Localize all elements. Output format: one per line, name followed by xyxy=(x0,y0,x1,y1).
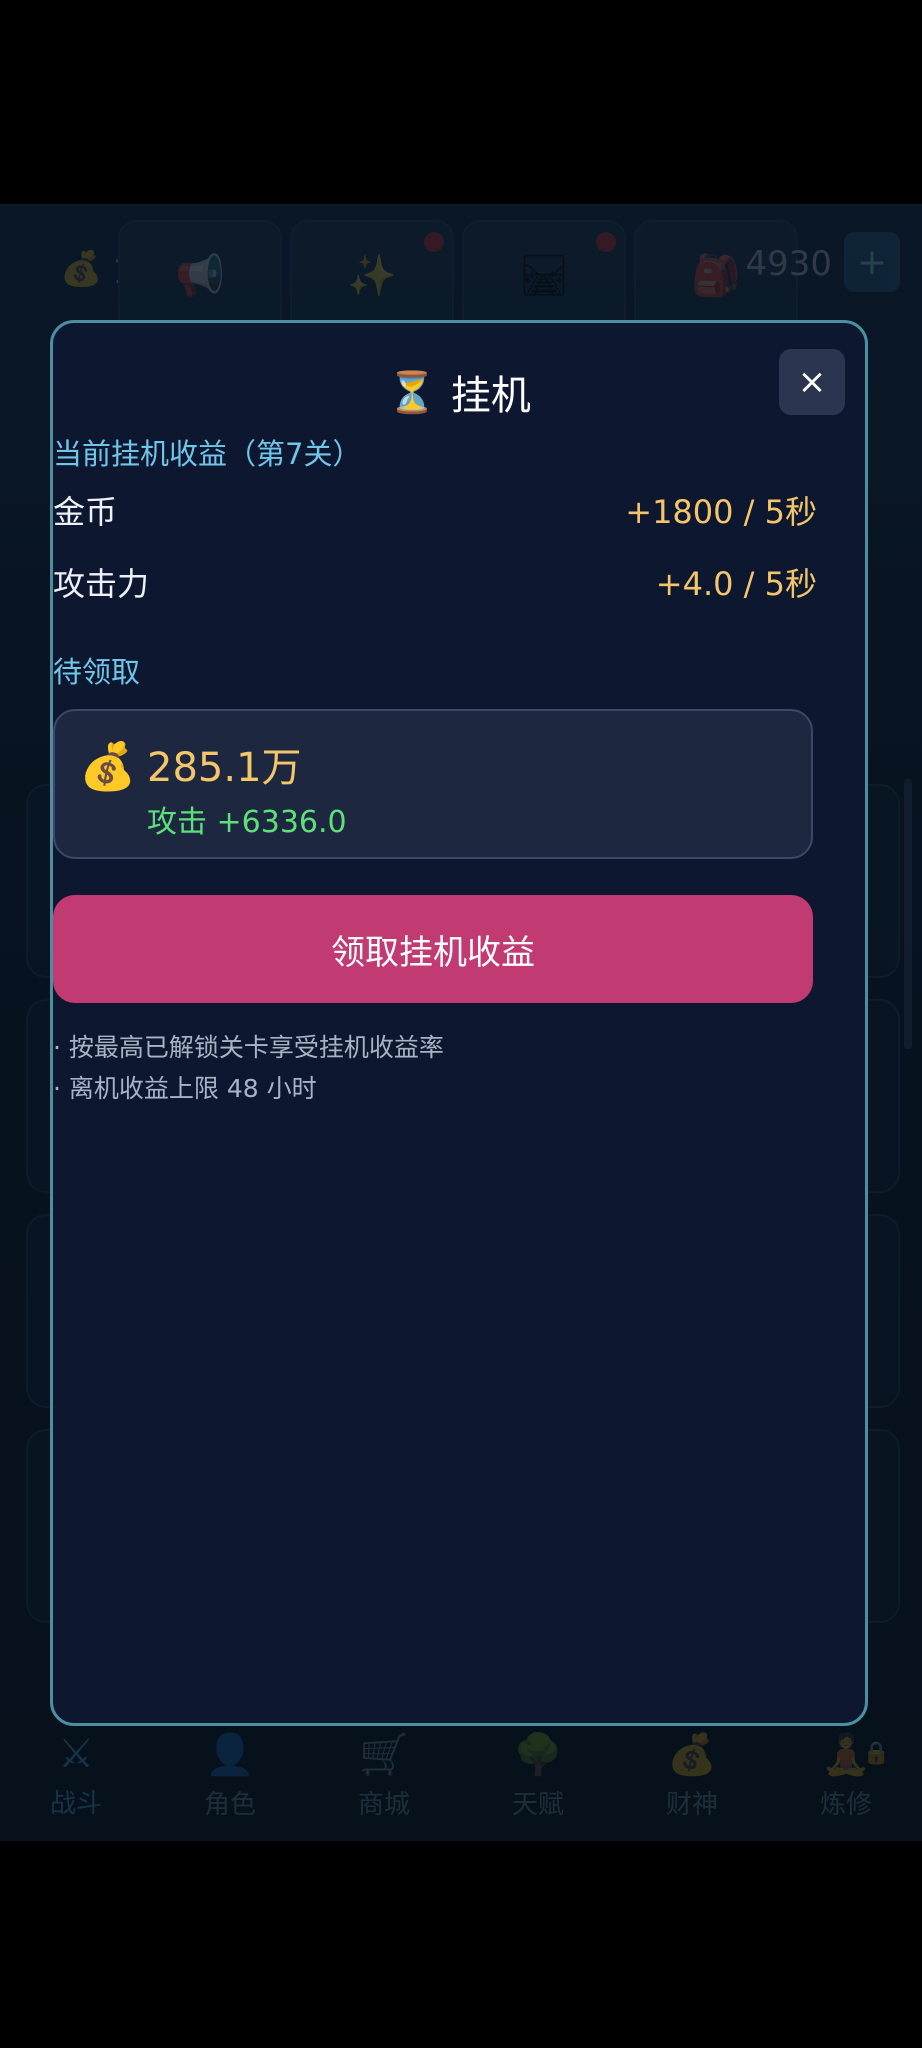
money-bag-icon: 💰 xyxy=(79,739,137,793)
pending-reward-box: 💰 285.1万 攻击 +6336.0 xyxy=(53,709,813,859)
pending-attack-amount: 攻击 +6336.0 xyxy=(147,805,347,840)
pending-gold-amount: 285.1万 xyxy=(147,745,302,791)
hourglass-icon: ⏳ xyxy=(387,369,437,416)
idle-rewards-modal: ⏳ 挂机 × 当前挂机收益（第7关） 金币 +1800 / 5秒 攻击力 +4.… xyxy=(50,320,868,1726)
note-unlock-rate: · 按最高已解锁关卡享受挂机收益率 xyxy=(53,1033,444,1062)
stat-row-gold: 金币 +1800 / 5秒 xyxy=(53,487,817,533)
claim-idle-rewards-button[interactable]: 领取挂机收益 xyxy=(53,895,813,1003)
modal-title: ⏳ 挂机 xyxy=(387,369,531,420)
stat-row-attack: 攻击力 +4.0 / 5秒 xyxy=(53,559,817,605)
stat-value: +4.0 / 5秒 xyxy=(655,565,817,603)
stat-name: 金币 xyxy=(53,493,118,531)
current-income-label: 当前挂机收益（第7关） xyxy=(53,437,362,471)
note-offline-cap: · 离机收益上限 48 小时 xyxy=(53,1074,317,1103)
stat-name: 攻击力 xyxy=(53,565,150,603)
stat-value: +1800 / 5秒 xyxy=(625,493,817,531)
close-button[interactable]: × xyxy=(779,349,845,415)
pending-label: 待领取 xyxy=(53,655,141,689)
